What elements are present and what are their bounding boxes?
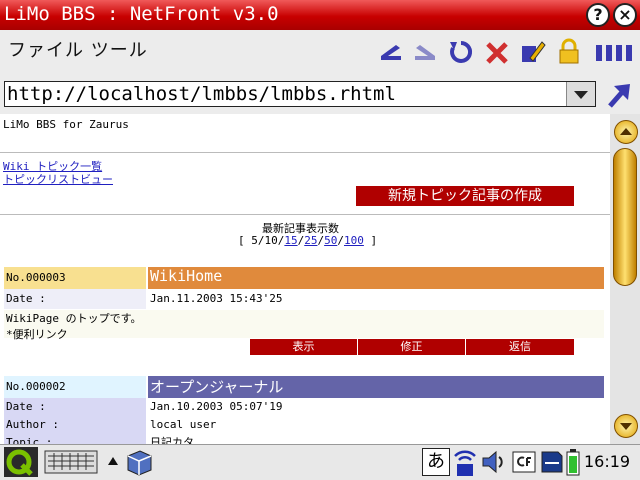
- input-menu-arrow-icon[interactable]: [106, 454, 120, 468]
- post-number: No.000003: [4, 267, 146, 289]
- scroll-down-icon[interactable]: [614, 414, 638, 438]
- stop-icon[interactable]: [484, 36, 510, 66]
- ime-indicator[interactable]: あ: [422, 448, 450, 476]
- divider: [0, 214, 610, 215]
- help-icon[interactable]: ?: [586, 3, 610, 27]
- go-arrow-icon[interactable]: [604, 80, 634, 110]
- divider: [0, 152, 610, 153]
- count-option-15[interactable]: 15: [284, 234, 297, 247]
- clock: 16:19: [584, 452, 631, 471]
- topic-list-view-link[interactable]: トピックリストビュー: [3, 171, 113, 187]
- post-title[interactable]: WikiHome: [148, 267, 604, 289]
- wireless-icon[interactable]: [452, 446, 478, 478]
- post-number: No.000002: [4, 376, 146, 398]
- page-header: LiMo BBS for Zaurus: [3, 118, 129, 131]
- scroll-up-icon[interactable]: [614, 120, 638, 144]
- reply-button[interactable]: 返信: [466, 339, 574, 355]
- battery-icon[interactable]: [566, 448, 580, 476]
- edit-button[interactable]: 修正: [358, 339, 466, 355]
- date-label: Date :: [4, 289, 146, 309]
- author-label: Author :: [4, 416, 146, 434]
- post-date: Jan.11.2003 15:43'25: [148, 289, 604, 309]
- new-topic-button[interactable]: 新規トピック記事の作成: [356, 186, 574, 206]
- post-title[interactable]: オープンジャーナル: [148, 376, 604, 398]
- post-author: local user: [150, 418, 217, 431]
- q-menu-icon[interactable]: [4, 447, 38, 477]
- topic-label: Topic :: [4, 434, 146, 444]
- view-mode-icon[interactable]: [594, 36, 634, 66]
- count-option-100[interactable]: 100: [344, 234, 364, 247]
- chevron-down-icon: [574, 91, 588, 99]
- url-history-dropdown[interactable]: [566, 82, 595, 106]
- sd-card-icon[interactable]: [540, 450, 564, 474]
- view-button[interactable]: 表示: [250, 339, 358, 355]
- post-body: WikiPage のトップです。 *便利リンク: [4, 310, 604, 341]
- cf-card-icon[interactable]: [512, 450, 536, 474]
- app-box-icon[interactable]: [124, 448, 154, 476]
- title-bar: LiMo BBS : NetFront v3.0 ? ×: [0, 0, 640, 30]
- count-option-50[interactable]: 50: [324, 234, 337, 247]
- post-date: Jan.10.2003 05:07'19: [150, 400, 283, 413]
- date-label: Date :: [4, 398, 146, 416]
- url-input[interactable]: http://localhost/lmbbs/lmbbs.rhtml: [4, 81, 596, 107]
- forward-icon[interactable]: [412, 36, 438, 66]
- volume-icon[interactable]: [480, 448, 508, 476]
- back-icon[interactable]: [378, 36, 404, 66]
- menu-label[interactable]: ファイル ツール: [8, 36, 148, 62]
- url-text: http://localhost/lmbbs/lmbbs.rhtml: [7, 83, 396, 105]
- lock-icon[interactable]: [556, 36, 582, 66]
- scrollbar-thumb[interactable]: [613, 148, 637, 286]
- keyboard-icon[interactable]: [44, 450, 98, 474]
- count-option-25[interactable]: 25: [304, 234, 317, 247]
- page-content: LiMo BBS for Zaurus Wiki トピック一覧 トピックリストビ…: [0, 114, 610, 444]
- post-topic: 日記カタ: [150, 436, 194, 444]
- reload-icon[interactable]: [448, 36, 474, 66]
- window-title: LiMo BBS : NetFront v3.0: [4, 3, 279, 25]
- latest-count-selector: [ 5/10/15/25/50/100 ]: [238, 234, 378, 247]
- bookmark-edit-icon[interactable]: [520, 36, 546, 66]
- close-icon[interactable]: ×: [613, 3, 637, 27]
- latest-count-current: 5/10/: [251, 234, 285, 247]
